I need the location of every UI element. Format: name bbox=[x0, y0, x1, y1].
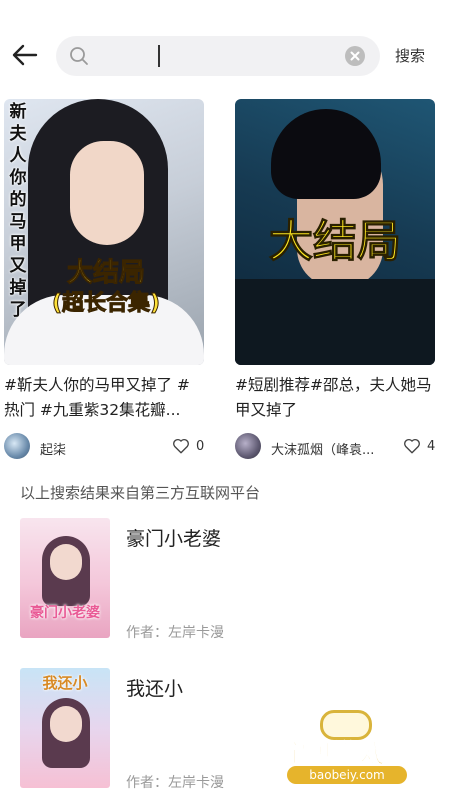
thumbnail-banner-line2: (超长合集) bbox=[51, 291, 161, 317]
text-cursor bbox=[158, 45, 160, 67]
thumbnail-figure bbox=[271, 109, 381, 199]
video-thumbnail[interactable]: 大结局 bbox=[235, 99, 435, 365]
cover-title: 我还小 bbox=[42, 674, 88, 692]
heart-icon[interactable] bbox=[403, 437, 421, 455]
back-arrow-icon[interactable] bbox=[10, 40, 40, 70]
search-icon bbox=[70, 47, 88, 65]
book-title[interactable]: 我还小 bbox=[126, 674, 183, 701]
like-count: 0 bbox=[196, 439, 205, 454]
book-author: 作者：左岸卡漫 bbox=[126, 625, 224, 641]
cover-face bbox=[50, 544, 82, 580]
thumbnail-banner: 大结局 (超长合集) bbox=[36, 257, 176, 319]
thumbnail-banner-line1: 大结局 bbox=[66, 258, 145, 289]
video-meta: 大沫孤烟（峰袁... 4 bbox=[235, 429, 435, 465]
thumbnail-vertical-caption: 新夫人你的马甲又掉了 bbox=[9, 102, 27, 320]
avatar[interactable] bbox=[4, 433, 30, 459]
watermark: 宝贝游戏网 baobeiy.com bbox=[272, 706, 422, 796]
top-bar: 搜索 bbox=[0, 0, 450, 92]
watermark-text: 宝贝游戏网 bbox=[281, 739, 412, 769]
heart-icon[interactable] bbox=[172, 437, 190, 455]
book-title[interactable]: 豪门小老婆 bbox=[126, 524, 221, 551]
video-card[interactable]: 新夫人你的马甲又掉了 大结局 (超长合集) #靳夫人你的马甲又掉了 #热门 #九… bbox=[4, 99, 204, 465]
search-input[interactable] bbox=[164, 36, 364, 76]
avatar[interactable] bbox=[235, 433, 261, 459]
clear-icon[interactable] bbox=[345, 46, 365, 66]
thumbnail-clothes bbox=[235, 279, 435, 365]
book-item[interactable]: 豪门小老婆 豪门小老婆 作者：左岸卡漫 bbox=[20, 518, 430, 648]
video-thumbnail[interactable]: 新夫人你的马甲又掉了 大结局 (超长合集) bbox=[4, 99, 204, 365]
author-name[interactable]: 大沫孤烟（峰袁... bbox=[271, 439, 374, 458]
thumbnail-banner: 大结局 bbox=[269, 216, 402, 268]
cover-title: 豪门小老婆 bbox=[30, 605, 100, 621]
thumbnail-face bbox=[70, 141, 144, 245]
video-meta: 起柒 0 bbox=[4, 429, 204, 465]
watermark-url: baobeiy.com bbox=[287, 766, 407, 784]
search-bar bbox=[56, 36, 380, 76]
video-title[interactable]: #短剧推荐#邵总，夫人她马甲又掉了 bbox=[235, 373, 435, 423]
book-cover[interactable]: 豪门小老婆 bbox=[20, 518, 110, 638]
book-cover[interactable]: 我还小 bbox=[20, 668, 110, 788]
source-note: 以上搜索结果来自第三方互联网平台 bbox=[20, 484, 261, 502]
like-count: 4 bbox=[427, 439, 436, 454]
video-title[interactable]: #靳夫人你的马甲又掉了 #热门 #九重紫32集花瓣... bbox=[4, 373, 204, 423]
author-name[interactable]: 起柒 bbox=[40, 439, 66, 458]
cover-face bbox=[50, 706, 82, 742]
search-button[interactable]: 搜索 bbox=[395, 45, 425, 66]
book-author: 作者：左岸卡漫 bbox=[126, 775, 224, 791]
video-card[interactable]: 大结局 #短剧推荐#邵总，夫人她马甲又掉了 大沫孤烟（峰袁... 4 bbox=[235, 99, 435, 465]
